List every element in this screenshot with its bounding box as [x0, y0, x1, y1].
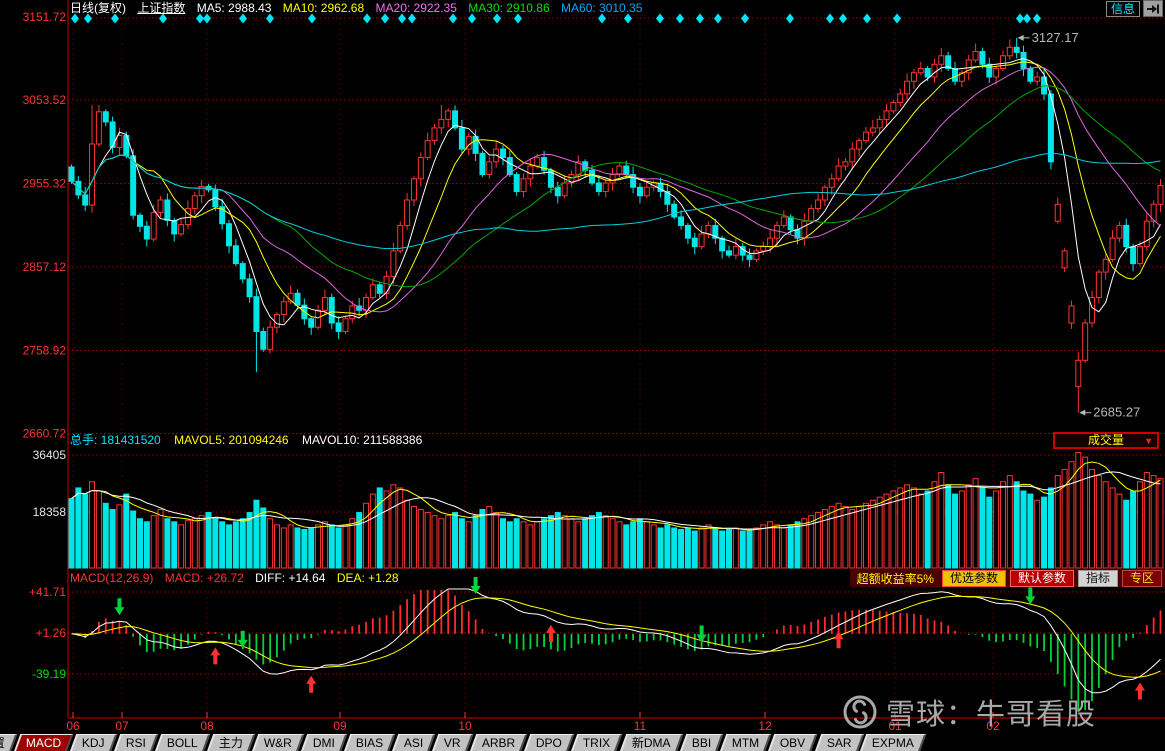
indicator-tab-bar: 置 MACD KDJ RSI BOLL 主力 W&R DMI BIAS ASI VR ARBR DPO T…	[0, 734, 1165, 751]
svg-text:2857.12: 2857.12	[23, 260, 67, 274]
tab-sar[interactable]: SAR	[814, 734, 864, 751]
indicator-button[interactable]: 指标	[1077, 569, 1118, 587]
tab-asi[interactable]: ASI	[391, 734, 436, 751]
macd-toolbar: 超额收益率5% 优选参数 默认参数 指标 专区	[849, 569, 1165, 587]
tab-arbr[interactable]: ARBR	[469, 734, 528, 751]
tab-kdj[interactable]: KDJ	[70, 734, 118, 751]
period-label: 日线(复权)	[70, 1, 126, 15]
svg-text:10: 10	[458, 719, 472, 733]
tab-expma[interactable]: EXPMA	[859, 734, 927, 751]
dea-value: DEA: +1.28	[336, 571, 399, 585]
svg-text:12: 12	[758, 719, 772, 733]
mavol5-value: MAVOL5: 201094246	[174, 433, 289, 447]
candles	[68, 37, 1164, 413]
volume-indicator-dropdown[interactable]: 成交量 ▼	[1053, 432, 1159, 449]
chart-canvas: 3127.172685.2706 07 08 09 10 11 12 01 023151.723…	[23, 0, 1165, 733]
tab-bbi[interactable]: BBI	[679, 734, 724, 751]
watermark-text: 雪球：牛哥看股	[886, 699, 1097, 731]
tab-w&r[interactable]: W&R	[251, 734, 305, 751]
svg-text:09: 09	[333, 719, 347, 733]
excess-return-label: 超额收益率5%	[856, 571, 934, 586]
tab-bias[interactable]: BIAS	[343, 734, 396, 751]
svg-text:2685.27: 2685.27	[1093, 405, 1140, 420]
diff-value: DIFF: +14.64	[255, 571, 326, 585]
zone-button[interactable]: 专区	[1121, 569, 1162, 587]
info-button[interactable]: 信息	[1105, 0, 1140, 17]
tab-boll[interactable]: BOLL	[154, 734, 211, 751]
collapse-panel-icon[interactable]	[1143, 0, 1163, 17]
tab-trix[interactable]: TRIX	[571, 734, 624, 751]
tab-rsi[interactable]: RSI	[113, 734, 159, 751]
ma30-value: MA30: 2910.86	[468, 1, 550, 15]
ma20-value: MA20: 2922.35	[375, 1, 457, 15]
optimal-params-button[interactable]: 优选参数	[941, 569, 1006, 587]
tab-新dma[interactable]: 新DMA	[619, 734, 683, 751]
svg-text:11: 11	[634, 719, 647, 733]
xueqiu-logo-icon	[843, 695, 877, 729]
ma60-value: MA60: 3010.35	[561, 1, 643, 15]
month-gridlines	[72, 18, 994, 713]
svg-text:18358: 18358	[33, 505, 67, 519]
svg-text:36405: 36405	[33, 448, 67, 462]
macd-header: MACD(12,26,9) MACD: +26.72 DIFF: +14.64 …	[70, 569, 407, 587]
macd-lines	[71, 588, 1161, 694]
svg-text:3053.52: 3053.52	[23, 93, 67, 107]
topbar-actions: 信息	[1105, 0, 1163, 17]
tab-macd[interactable]: MACD	[13, 734, 74, 751]
default-params-button[interactable]: 默认参数	[1009, 569, 1074, 587]
chevron-down-icon: ▼	[1144, 436, 1153, 446]
svg-text:+41.71: +41.71	[29, 585, 66, 599]
top-bar: 日线(复权) 上证指数 MA5: 2988.43 MA10: 2962.68 M…	[0, 0, 1165, 17]
ma-lines	[71, 57, 1161, 326]
signal-arrows	[114, 577, 1145, 700]
svg-text:-39.19: -39.19	[32, 667, 66, 681]
total-lots-value: 总手: 181431520	[70, 433, 161, 447]
ma10-value: MA10: 2962.68	[282, 1, 365, 15]
volume-header: 总手: 181431520 MAVOL5: 201094246 MAVOL10:…	[70, 432, 432, 448]
svg-text:2660.72: 2660.72	[23, 427, 67, 441]
axis-labels: 3151.723053.522955.322857.122758.922660.…	[23, 10, 67, 681]
svg-text:08: 08	[200, 719, 214, 733]
svg-text:07: 07	[115, 719, 129, 733]
macd-value: MACD: +26.72	[164, 571, 244, 585]
tab-dmi[interactable]: DMI	[300, 734, 348, 751]
volume-bars	[68, 452, 1164, 569]
axes: 06 07 08 09 10 11 12 01 02	[66, 0, 1165, 733]
stock-chart-app: 3127.17 2685.27 06 07 08 09 10 11 12 01 02 3151.72 3…	[0, 0, 1165, 751]
tab-obv[interactable]: OBV	[767, 734, 818, 751]
svg-text:+1.26: +1.26	[36, 626, 67, 640]
tab-主力[interactable]: 主力	[206, 734, 256, 751]
svg-text:06: 06	[66, 719, 80, 733]
symbol-link[interactable]: 上证指数	[137, 1, 185, 15]
tab-dpo[interactable]: DPO	[524, 734, 575, 751]
ma5-value: MA5: 2988.43	[196, 1, 272, 15]
watermark: 雪球：牛哥看股	[842, 691, 1096, 733]
svg-text:2955.32: 2955.32	[23, 177, 67, 191]
volume-indicator-label: 成交量	[1087, 433, 1124, 447]
macd-formula: MACD(12,26,9)	[70, 571, 154, 585]
svg-text:3127.17: 3127.17	[1032, 30, 1079, 45]
tab-vr[interactable]: VR	[432, 734, 474, 751]
tab-mtm[interactable]: MTM	[719, 734, 772, 751]
svg-text:2758.92: 2758.92	[23, 344, 67, 358]
mavol10-value: MAVOL10: 211588386	[301, 433, 423, 447]
